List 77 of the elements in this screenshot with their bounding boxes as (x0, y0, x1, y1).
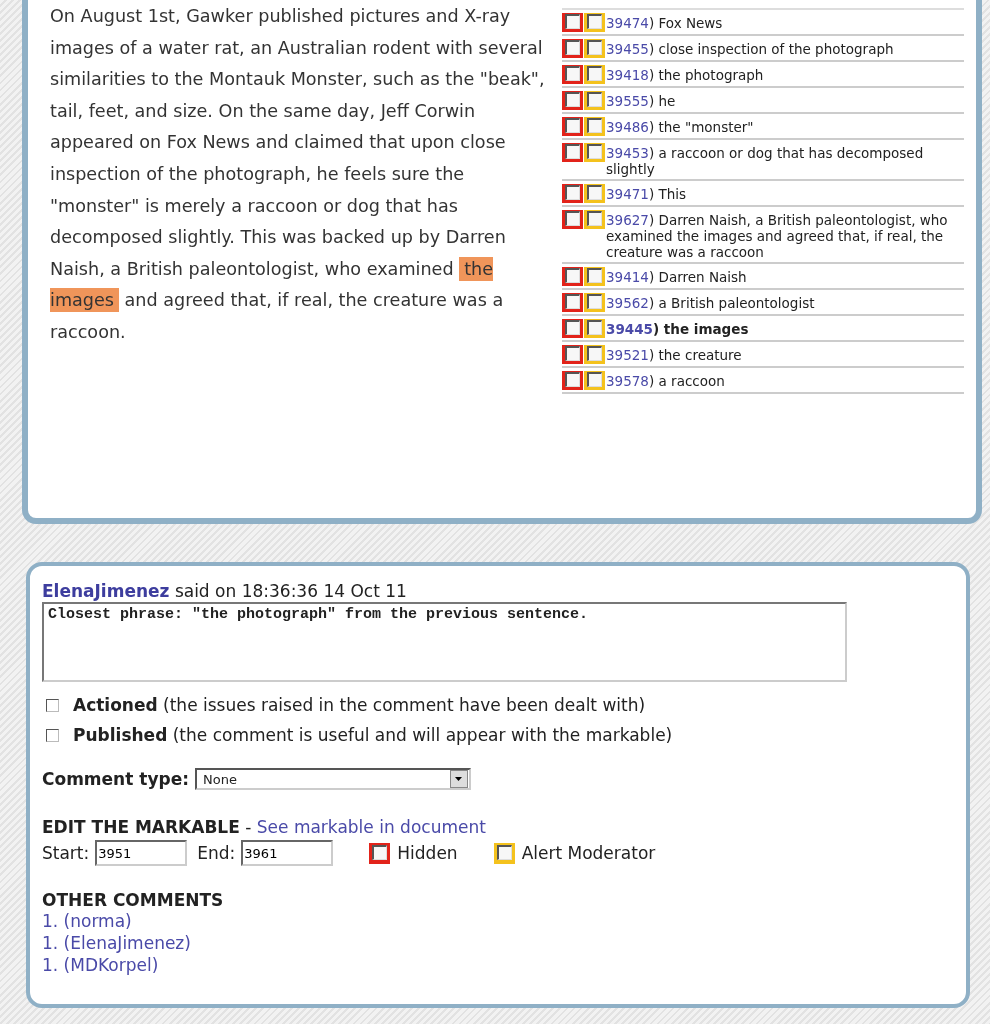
markable-link[interactable]: 39455 (606, 41, 649, 57)
author-link[interactable]: ElenaJimenez (42, 581, 170, 601)
hidden-label: Hidden (397, 843, 458, 863)
comment-link[interactable]: 1. (MDKorpel) (42, 954, 966, 976)
alert-checkbox[interactable] (493, 842, 515, 864)
hidden-checkbox[interactable] (562, 371, 583, 390)
markable-text: 39521) the creature (606, 346, 743, 363)
markable-text: 39486) the "monster" (606, 118, 755, 135)
markable-text: 39474) Fox News (606, 14, 724, 31)
alert-checkbox[interactable] (584, 184, 605, 203)
alert-checkbox[interactable] (584, 91, 605, 110)
hidden-checkbox[interactable] (562, 210, 583, 229)
markable-document-link[interactable]: See markable in document (256, 817, 486, 837)
alert-checkbox[interactable] (584, 143, 605, 162)
markable-link[interactable]: 39471 (606, 186, 649, 202)
start-label: Start: (42, 843, 90, 863)
markable-link[interactable]: 39414 (606, 269, 649, 285)
alert-checkbox[interactable] (584, 319, 605, 338)
section-title: EDIT THE MARKABLE (42, 817, 240, 837)
comment-date: said on 18:36:36 14 Oct 11 (174, 581, 407, 601)
markable-text: 39418) the photograph (606, 66, 765, 83)
comment-link[interactable]: 1. (norma) (42, 910, 966, 932)
alert-checkbox[interactable] (584, 39, 605, 58)
markable-text: 39414) Darren Naish (606, 268, 748, 285)
alert-checkbox[interactable] (584, 117, 605, 136)
flag-checkbox[interactable] (46, 698, 59, 712)
comment-type-select[interactable]: None (194, 768, 471, 790)
flag-label: Published (the comment is useful and will appear with the markable) (73, 725, 673, 745)
markable-link[interactable]: 39555 (606, 93, 649, 109)
hidden-checkbox[interactable] (562, 13, 583, 32)
hidden-checkbox[interactable] (562, 319, 583, 338)
markable-text: 39471) This (606, 185, 688, 202)
alert-checkbox[interactable] (584, 65, 605, 84)
hidden-checkbox[interactable] (562, 91, 583, 110)
markable-link[interactable]: 39418 (606, 67, 649, 83)
hidden-checkbox[interactable] (562, 345, 583, 364)
comment-type-label: Comment type: (42, 769, 189, 789)
separator: - (245, 817, 252, 837)
comment-textarea[interactable]: Closest phrase: "the photograph" from the previous sentence. (42, 602, 847, 682)
hidden-checkbox[interactable] (562, 184, 583, 203)
end-input[interactable]: 3961 (241, 840, 334, 866)
markable-link[interactable]: 39521 (606, 347, 649, 363)
markable-link[interactable]: 39578 (606, 373, 649, 389)
hidden-checkbox[interactable] (562, 267, 583, 286)
hidden-checkbox[interactable] (562, 293, 583, 312)
alert-checkbox[interactable] (584, 267, 605, 286)
hidden-checkbox[interactable] (562, 143, 583, 162)
hidden-checkbox[interactable] (562, 117, 583, 136)
markable-text: 39453) a raccoon or dog that has decomposed slightly (606, 144, 925, 177)
markable-text: 39555) he (606, 92, 677, 109)
alert-checkbox[interactable] (584, 210, 605, 229)
markable-link[interactable]: 39474 (606, 15, 649, 31)
markable-link[interactable]: 39486 (606, 119, 649, 135)
section-title: OTHER COMMENTS (42, 890, 225, 910)
passage-text: On August 1st, Gawker published pictures and X-ray images of a water rat, an Australian rodent with several similarities to the Montauk Monster, such as the "beak", tail, feet, and size. On the same day, Jeff Corwin appeared on Fox News and claimed that upon close inspection of the photograph, he feels sure the "monster" is merely a raccoon or dog that has decomposed slightly. This was backed up by Darren Naish, a British paleontologist, who examined the images and agreed that, if real, the creature was a raccoon. (50, 5, 546, 344)
hidden-checkbox[interactable] (562, 39, 583, 58)
end-label: End: (197, 843, 236, 863)
hidden-checkbox[interactable] (562, 65, 583, 84)
alert-checkbox[interactable] (584, 13, 605, 32)
markable-link[interactable]: 39453 (606, 145, 649, 161)
markable-text: 39445) the images (606, 320, 750, 337)
flag-label: Actioned (the issues raised in the comment have been dealt with) (73, 695, 646, 715)
markable-text: 39562) a British paleontologist (606, 294, 816, 311)
markable-text: 39627) Darren Naish, a British paleontologist, who examined the images and agreed that, if real, the creature was a raccoon (606, 211, 949, 260)
flag-checkbox[interactable] (46, 728, 59, 742)
alert-checkbox[interactable] (584, 345, 605, 364)
markable-link[interactable]: 39562 (606, 295, 649, 311)
markable-link[interactable]: 39627 (606, 212, 649, 228)
markable-text: 39455) close inspection of the photograph (606, 40, 895, 57)
start-input[interactable]: 3951 (95, 840, 188, 866)
alert-checkbox[interactable] (584, 293, 605, 312)
alert-checkbox[interactable] (584, 371, 605, 390)
markable-link[interactable]: 39445 (606, 321, 653, 337)
comment-link[interactable]: 1. (ElenaJimenez) (42, 932, 966, 954)
markable-text: 39578) a raccoon (606, 372, 726, 389)
hidden-checkbox[interactable] (369, 842, 391, 864)
alert-label: Alert Moderator (521, 843, 656, 863)
